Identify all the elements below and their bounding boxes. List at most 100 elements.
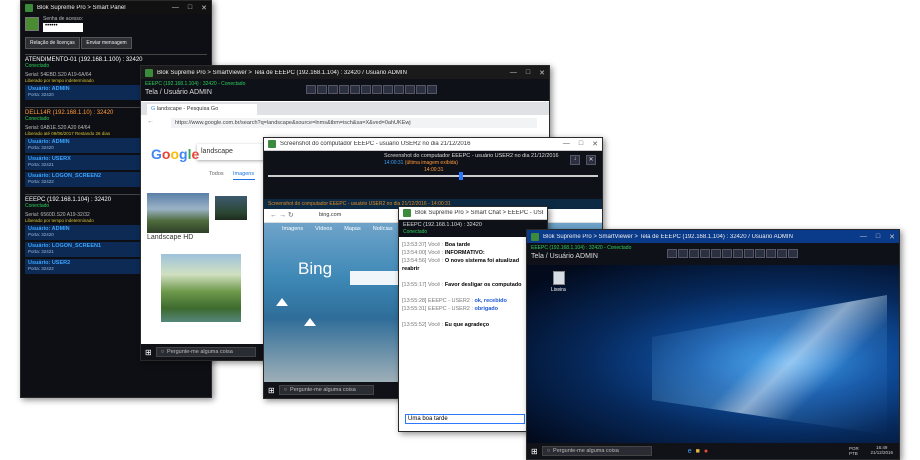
bing-nav-item[interactable]: Mapas	[344, 226, 361, 232]
chat-timestamp: [13:54:00] Você :	[402, 250, 445, 256]
chat-message: [13:55:28] EEEPC - USER2 : ok, recebido	[402, 297, 544, 305]
viewer-subtitle: Tela / Usuário ADMIN	[531, 253, 598, 260]
taskbar-search-label: Pergunte-me alguma coisa	[167, 349, 233, 355]
app-icon	[531, 232, 539, 241]
taskbar-search[interactable]: ○ Pergunte-me alguma coisa	[155, 347, 256, 357]
taskbar-search-label: Pergunte-me alguma coisa	[553, 448, 619, 454]
maximize-button[interactable]: □	[188, 4, 192, 12]
chat-message: [13:55:31] EEEPC - USER2 : obrigado	[402, 305, 544, 313]
image-caption: Landscape HD	[147, 234, 194, 241]
remote-desktop: Lixeira ⊞ ○ Pergunte-me alguma coisa e ■ …	[527, 265, 899, 459]
screenshot-titlebar: Screenshot do computador EEEPC - usuário…	[264, 138, 602, 151]
lock-icon[interactable]	[339, 85, 349, 94]
chat-text: O novo sistema foi atualizad	[444, 258, 520, 264]
chat-text: Eu que agradeço	[444, 322, 490, 328]
chat-timestamp: [13:53:37] Você :	[402, 242, 445, 248]
timeline-handle[interactable]	[459, 172, 463, 180]
timeline-slider[interactable]	[268, 175, 598, 177]
download-icon[interactable]: ↓	[570, 155, 580, 165]
maximize-button[interactable]: □	[876, 233, 880, 241]
inner-back-icon[interactable]: ← → ↻	[270, 211, 294, 219]
minimize-button[interactable]: —	[860, 233, 867, 241]
sailboat-icon	[304, 318, 316, 326]
result-image-1[interactable]	[147, 193, 209, 233]
minimize-button[interactable]: —	[510, 69, 517, 77]
inner-url[interactable]: bing.com	[319, 212, 341, 218]
chart-icon[interactable]	[722, 249, 732, 258]
chat-timestamp: [13:55:31] EEEPC - USER2 :	[402, 306, 475, 312]
minimize-button[interactable]: —	[172, 4, 179, 12]
license-list-button[interactable]: Relação de licenças	[25, 37, 80, 49]
active-tab-underline	[233, 179, 255, 180]
back-icon[interactable]: ←	[147, 118, 154, 125]
google-search-box[interactable]: landscape	[197, 144, 267, 160]
windows-start-icon[interactable]: ⊞	[531, 447, 538, 456]
close-screenshot-icon[interactable]: ✕	[586, 155, 596, 165]
windows-start-icon[interactable]: ⊞	[145, 348, 152, 357]
eye-icon[interactable]	[744, 249, 754, 258]
keyboard-icon[interactable]	[667, 249, 677, 258]
mouse-icon[interactable]	[678, 249, 688, 258]
taskbar-search-label: Pergunte-me alguma coisa	[290, 387, 356, 393]
chrome-icon[interactable]: ●	[704, 448, 708, 455]
grid-icon[interactable]	[372, 85, 382, 94]
edge-icon[interactable]: e	[688, 448, 692, 455]
address-bar[interactable]: https://www.google.com.br/search?q=lands…	[171, 118, 537, 128]
chat-input[interactable]: Uma boa tarde	[405, 414, 525, 424]
recycle-bin-icon[interactable]	[553, 271, 565, 285]
chat-status: Conectado	[403, 229, 428, 235]
power-icon[interactable]	[766, 249, 776, 258]
close-button[interactable]: ✕	[539, 69, 545, 77]
maximize-button[interactable]: □	[579, 140, 583, 148]
bing-nav-item[interactable]: Notícias	[373, 226, 393, 232]
settings-icon[interactable]	[427, 85, 437, 94]
chat-text: reabrir	[402, 266, 420, 272]
chat-icon[interactable]	[755, 249, 765, 258]
taskbar-search[interactable]: ○ Pergunte-me alguma coisa	[278, 385, 374, 395]
keyboard-icon[interactable]	[306, 85, 316, 94]
chat-timestamp: [13:55:17] Você :	[402, 282, 445, 288]
bing-nav-item[interactable]: Vídeos	[315, 226, 332, 232]
bing-nav: Imagens Vídeos Mapas Notícias	[282, 226, 393, 232]
chat-timestamp: [13:55:28] EEEPC - USER2 :	[402, 298, 475, 304]
password-input[interactable]: ••••••	[43, 23, 83, 32]
browser-tab[interactable]: G landscape - Pesquisa Go	[147, 104, 257, 115]
folder-icon[interactable]: ■	[696, 448, 700, 455]
search-circle-icon: ○	[160, 349, 165, 355]
language-indicator[interactable]: POR PTB	[849, 446, 865, 456]
sailboat-icon	[276, 298, 288, 306]
power-icon[interactable]	[405, 85, 415, 94]
picture-icon[interactable]	[350, 85, 360, 94]
user-icon[interactable]	[777, 249, 787, 258]
eye-icon[interactable]	[383, 85, 393, 94]
settings-icon[interactable]	[788, 249, 798, 258]
user-icon[interactable]	[416, 85, 426, 94]
viewer1-header: EEEPC (192.168.1.104) : 32420 - Conectad…	[141, 79, 549, 101]
grid-icon[interactable]	[733, 249, 743, 258]
send-message-button[interactable]: Enviar mensagem	[81, 37, 132, 49]
app-icon	[403, 209, 411, 217]
chat-icon[interactable]	[394, 85, 404, 94]
result-image-3[interactable]	[161, 254, 241, 322]
close-button[interactable]: ✕	[592, 140, 598, 148]
chart-icon[interactable]	[361, 85, 371, 94]
picture-icon[interactable]	[711, 249, 721, 258]
close-button[interactable]: ✕	[889, 233, 895, 241]
result-image-2[interactable]	[215, 196, 247, 220]
mouse-icon[interactable]	[317, 85, 327, 94]
maximize-button[interactable]: □	[526, 69, 530, 77]
taskbar-search[interactable]: ○ Pergunte-me alguma coisa	[541, 446, 652, 456]
tab-images[interactable]: Imagens	[233, 171, 254, 177]
monitor-icon[interactable]	[689, 249, 699, 258]
bing-nav-item[interactable]: Imagens	[282, 226, 303, 232]
windows-start-icon[interactable]: ⊞	[268, 386, 275, 395]
tab-all[interactable]: Todos	[209, 171, 224, 177]
window-title: Screenshot do computador EEEPC - usuário…	[280, 141, 471, 147]
close-button[interactable]: ✕	[201, 4, 207, 12]
monitor-icon[interactable]	[328, 85, 338, 94]
lock-icon[interactable]	[700, 249, 710, 258]
clock[interactable]: 16:49 21/12/2016	[870, 445, 893, 455]
screenshot-heading: Screenshot do computador EEEPC - usuário…	[384, 153, 559, 159]
minimize-button[interactable]: —	[563, 140, 570, 148]
slider-time-label: 14:00:31	[424, 167, 444, 173]
